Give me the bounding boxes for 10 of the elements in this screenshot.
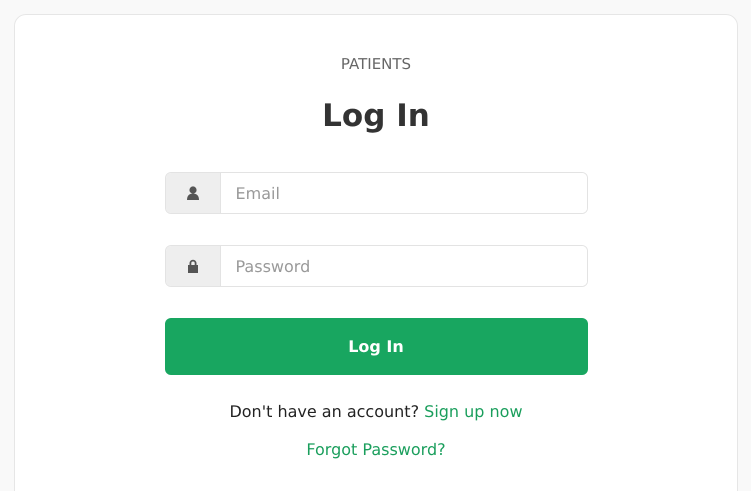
- login-button[interactable]: Log In: [164, 318, 588, 375]
- page-title: Log In: [322, 97, 430, 136]
- section-label: PATIENTS: [340, 54, 412, 75]
- signup-link[interactable]: Sign up now: [424, 402, 523, 421]
- user-icon: [186, 186, 198, 200]
- signup-prompt: Don't have an account? Sign up now: [229, 401, 523, 423]
- password-field[interactable]: Password: [164, 245, 588, 287]
- lock-icon: [186, 259, 198, 273]
- email-field[interactable]: Email: [164, 172, 588, 214]
- forgot-password-link[interactable]: Forgot Password?: [306, 439, 446, 461]
